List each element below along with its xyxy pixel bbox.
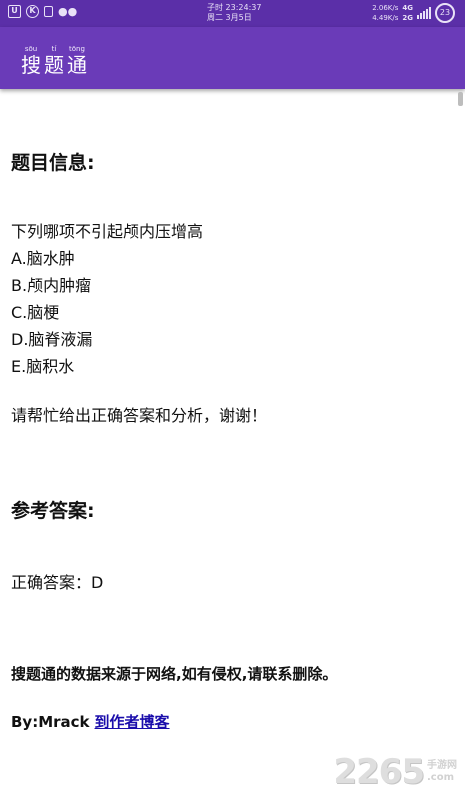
- u-icon: U: [8, 5, 21, 18]
- k-circle-icon: K: [26, 5, 39, 18]
- question-heading: 题目信息:: [11, 152, 95, 174]
- network-speed: 2.06K/s 4.49K/s: [372, 3, 398, 23]
- wechat-icon: ●●: [58, 5, 78, 18]
- status-date: 周二 3月5日: [207, 13, 252, 22]
- request-text: 请帮忙给出正确答案和分析，谢谢！: [11, 406, 268, 425]
- status-right: 2.06K/s 4.49K/s 4G 2G 23: [372, 3, 455, 23]
- watermark-side-top: 手游网: [427, 760, 457, 771]
- disclaimer-text: 搜题通的数据来源于网络,如有侵权,请联系删除。: [11, 665, 338, 683]
- battery-icon: 23: [435, 3, 455, 23]
- scrollbar[interactable]: [458, 92, 463, 106]
- watermark-side: 手游网 .com: [427, 760, 457, 784]
- byline: By:Mrack 到作者博客: [11, 711, 170, 732]
- title-char-1: sōu 搜: [20, 45, 42, 76]
- status-time: 23:24:37: [225, 3, 262, 12]
- app-title: sōu 搜 tí 题 tōng 通: [20, 45, 88, 76]
- network-type: 4G 2G: [402, 3, 413, 23]
- title-char-2: tí 题: [43, 45, 65, 76]
- app-bar: sōu 搜 tí 题 tōng 通: [0, 27, 465, 89]
- speed-up: 2.06K/s: [372, 4, 399, 12]
- status-bar: U K ●● 子时 23:24:37 周二 3月5日 2.06K/s 4.49K…: [0, 0, 465, 27]
- title-char: 通: [67, 53, 87, 77]
- net-bottom: 2G: [402, 14, 413, 22]
- option-d: D.脑脊液漏: [11, 330, 93, 349]
- title-char-3: tōng 通: [66, 45, 88, 76]
- net-top: 4G: [402, 4, 413, 12]
- watermark-logo: 2265 手游网 .com: [333, 752, 457, 792]
- status-period: 子时: [207, 3, 223, 12]
- status-icons: U K ●●: [8, 5, 77, 18]
- title-char: 题: [44, 53, 64, 77]
- option-e: E.脑积水: [11, 357, 75, 376]
- author-blog-link[interactable]: 到作者博客: [95, 713, 170, 731]
- option-b: B.颅内肿瘤: [11, 276, 92, 295]
- title-char: 搜: [21, 53, 41, 77]
- option-a: A.脑水肿: [11, 249, 75, 268]
- speed-down: 4.49K/s: [372, 14, 399, 22]
- answer-heading: 参考答案:: [11, 500, 95, 522]
- answer-text: 正确答案：D: [11, 573, 104, 592]
- byline-author: By:Mrack: [11, 713, 90, 731]
- watermark-side-bottom: .com: [427, 772, 455, 783]
- status-clock: 子时 23:24:37 周二 3月5日: [207, 3, 261, 23]
- question-block: 下列哪项不引起颅内压增高 A.脑水肿 B.颅内肿瘤 C.脑梗 D.脑脊液漏 E.…: [11, 218, 203, 380]
- lock-icon: [44, 6, 53, 17]
- question-stem: 下列哪项不引起颅内压增高: [11, 222, 204, 241]
- watermark-number: 2265: [333, 752, 425, 792]
- option-c: C.脑梗: [11, 303, 60, 322]
- signal-icon: [417, 7, 431, 19]
